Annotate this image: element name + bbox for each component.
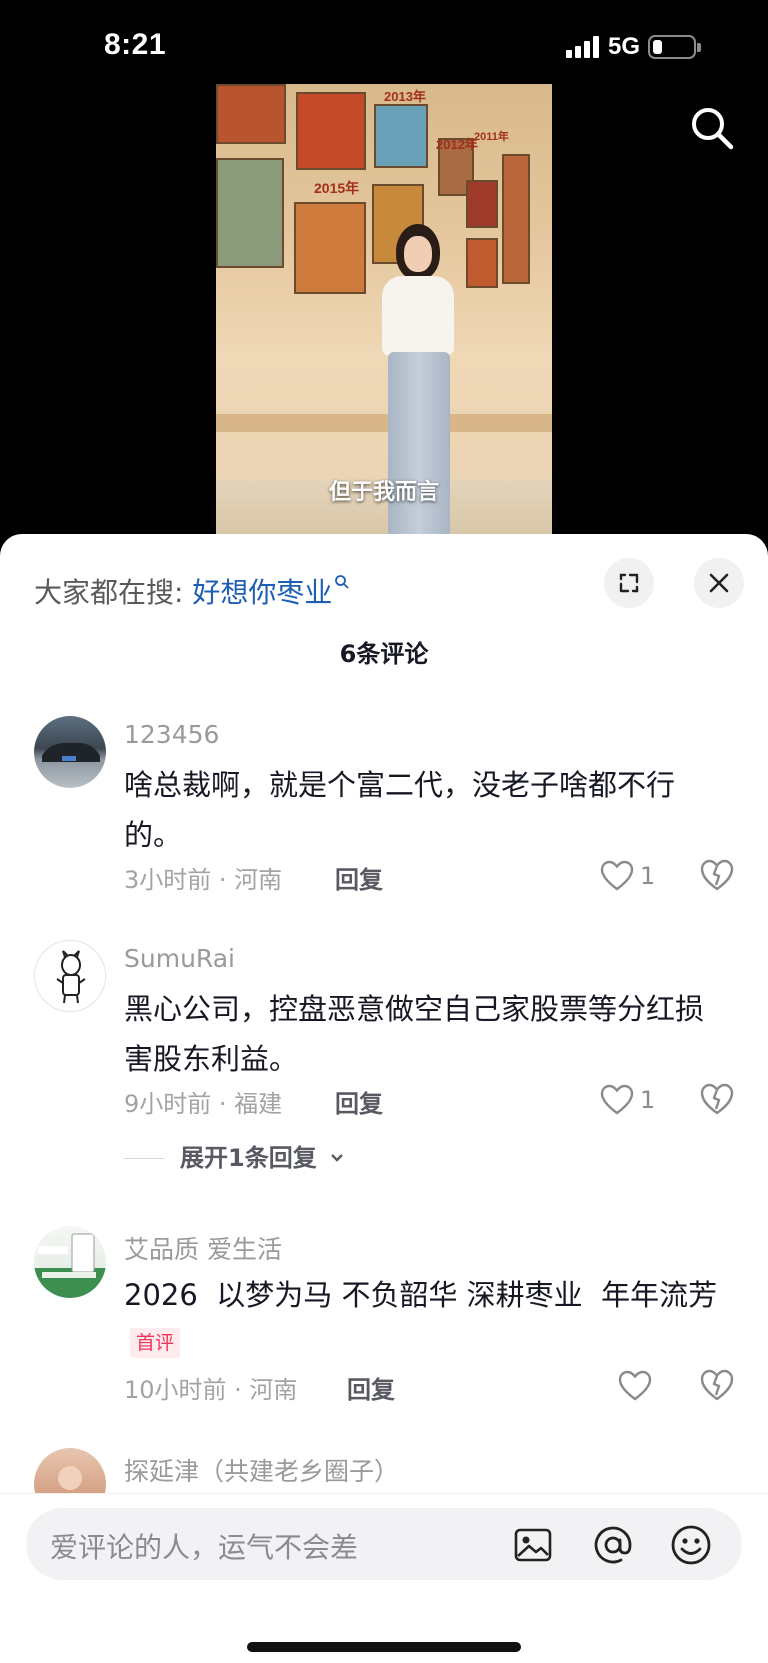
expand-button[interactable] bbox=[604, 558, 654, 608]
video-player[interactable]: 2013年 2015年 2012年 2011年 但于我而言 bbox=[216, 84, 552, 534]
dislike-icon[interactable] bbox=[700, 1368, 734, 1402]
comment-time-location: 3小时前 · 河南 bbox=[124, 866, 283, 894]
reply-button[interactable]: 回复 bbox=[347, 1370, 395, 1405]
video-subtitle: 但于我而言 bbox=[328, 480, 439, 505]
reply-button[interactable]: 回复 bbox=[335, 860, 383, 895]
trending-search-term[interactable]: 好想你枣业 bbox=[192, 576, 332, 609]
first-comment-badge: 首评 bbox=[130, 1328, 181, 1358]
expand-replies-label: 展开1条回复 bbox=[180, 1144, 317, 1172]
comment-text: 2026 以梦为马 不负韶华 深耕枣业 年年流芳首评 bbox=[124, 1270, 724, 1370]
image-icon[interactable] bbox=[510, 1522, 556, 1568]
comment-input-placeholder: 爱评论的人，运气不会差 bbox=[50, 1531, 359, 1564]
comment-time-location: 9小时前 · 福建 bbox=[124, 1090, 283, 1118]
year-label: 2015年 bbox=[314, 180, 360, 196]
avatar[interactable] bbox=[34, 940, 106, 1012]
close-button[interactable] bbox=[694, 558, 744, 608]
emoji-icon[interactable] bbox=[668, 1522, 714, 1568]
dislike-icon[interactable] bbox=[700, 1082, 734, 1116]
like-count: 1 bbox=[640, 1086, 656, 1114]
close-icon bbox=[709, 573, 729, 593]
home-indicator[interactable] bbox=[247, 1642, 521, 1652]
dislike-icon[interactable] bbox=[700, 858, 734, 892]
heart-icon[interactable] bbox=[618, 1370, 652, 1402]
network-type: 5G bbox=[608, 33, 641, 60]
heart-icon[interactable] bbox=[600, 860, 634, 892]
trending-search[interactable]: 大家都在搜: 好想你枣业 bbox=[34, 564, 350, 611]
reply-button[interactable]: 回复 bbox=[335, 1084, 383, 1119]
status-bar: 8:21 5G bbox=[0, 0, 768, 92]
chevron-down-icon bbox=[331, 1154, 343, 1162]
clock: 8:21 bbox=[104, 28, 167, 61]
search-icon[interactable] bbox=[688, 104, 736, 152]
expand-icon bbox=[619, 573, 639, 593]
comment-text: 黑心公司，控盘恶意做空自己家股票等分红损害股东利益。 bbox=[124, 992, 705, 1076]
expand-replies-button[interactable]: 展开1条回复 bbox=[124, 1138, 345, 1173]
heart-icon[interactable] bbox=[600, 1084, 634, 1116]
comment-time-location: 10小时前 · 河南 bbox=[124, 1376, 298, 1404]
signal-icon bbox=[566, 36, 602, 58]
year-label: 2012年 bbox=[436, 137, 478, 152]
comment-username[interactable]: SumuRai bbox=[124, 944, 235, 973]
comment-input[interactable]: 爱评论的人，运气不会差 bbox=[26, 1508, 742, 1580]
comment-username[interactable]: 123456 bbox=[124, 720, 219, 749]
comment-username[interactable]: 艾品质 爱生活 bbox=[124, 1230, 282, 1266]
comment-username[interactable]: 探延津（共建老乡圈子） bbox=[124, 1452, 399, 1488]
comment-text: 啥总裁啊，就是个富二代，没老子啥都不行的。 bbox=[124, 768, 676, 852]
battery-icon bbox=[648, 35, 701, 59]
like-count: 1 bbox=[640, 862, 656, 890]
comment-count: 6条评论 bbox=[339, 640, 429, 668]
at-icon[interactable] bbox=[590, 1522, 636, 1568]
avatar[interactable] bbox=[34, 1226, 106, 1298]
year-label: 2013年 bbox=[384, 89, 426, 104]
trending-search-prefix: 大家都在搜: bbox=[34, 576, 184, 609]
comment-text-body: 2026 以梦为马 不负韶华 深耕枣业 年年流芳 bbox=[124, 1278, 718, 1312]
avatar[interactable] bbox=[34, 716, 106, 788]
year-label: 2011年 bbox=[474, 131, 509, 143]
search-icon bbox=[334, 564, 350, 589]
comment-input-bar: 爱评论的人，运气不会差 bbox=[0, 1493, 768, 1663]
